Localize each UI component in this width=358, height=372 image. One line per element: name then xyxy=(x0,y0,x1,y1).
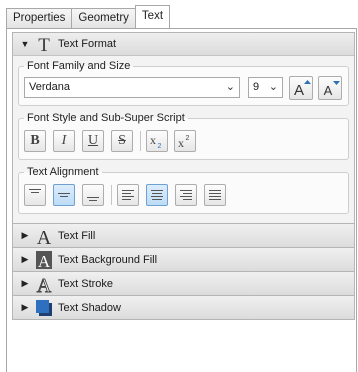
font-size-value: 9 xyxy=(253,81,260,93)
chevron-down-icon: ⌄ xyxy=(225,81,235,93)
toolbar-separator xyxy=(111,185,112,205)
svg-text:2: 2 xyxy=(158,143,162,150)
font-family-size-legend: Font Family and Size xyxy=(27,60,131,72)
text-properties-panel: ▼ T Text Format Font Family and Size Ver… xyxy=(6,28,357,372)
svg-text:x: x xyxy=(178,136,184,150)
underline-button[interactable]: U xyxy=(82,130,104,152)
align-top-icon xyxy=(29,189,41,193)
font-style-group: Font Style and Sub-Super Script B I U S … xyxy=(18,112,349,160)
subscript-icon: x 2 xyxy=(150,133,162,150)
text-background-fill-section[interactable]: ▶ A Text Background Fill xyxy=(12,247,355,272)
align-top-button[interactable] xyxy=(24,184,46,206)
align-bottom-button[interactable] xyxy=(82,184,104,206)
svg-text:A: A xyxy=(37,227,52,245)
bold-button[interactable]: B xyxy=(24,130,46,152)
expand-arrow-icon[interactable]: ▶ xyxy=(18,278,32,289)
strikethrough-icon: S xyxy=(118,133,126,148)
strikethrough-button[interactable]: S xyxy=(111,130,133,152)
font-style-legend: Font Style and Sub-Super Script xyxy=(27,112,185,124)
svg-text:A: A xyxy=(37,275,52,293)
align-left-icon xyxy=(122,190,134,200)
text-shadow-icon xyxy=(34,298,54,318)
align-middle-button[interactable] xyxy=(53,184,75,206)
font-family-select[interactable]: Verdana ⌄ xyxy=(24,77,240,98)
text-fill-label: Text Fill xyxy=(58,229,96,242)
align-bottom-icon xyxy=(87,197,99,201)
font-size-decrease-icon: A xyxy=(324,81,340,98)
text-background-fill-label: Text Background Fill xyxy=(58,253,158,266)
text-shadow-section[interactable]: ▶ Text Shadow xyxy=(12,295,355,320)
tab-bar: Properties Geometry Text xyxy=(6,5,171,28)
align-right-icon xyxy=(180,190,192,200)
svg-text:2: 2 xyxy=(186,135,190,142)
text-format-T-icon: T xyxy=(34,34,54,54)
text-alignment-legend: Text Alignment xyxy=(27,166,99,178)
expand-arrow-icon[interactable]: ▶ xyxy=(18,230,32,241)
tab-properties[interactable]: Properties xyxy=(6,8,73,28)
align-right-button[interactable] xyxy=(175,184,197,206)
text-format-title: Text Format xyxy=(58,38,117,50)
font-size-decrease-button[interactable]: A xyxy=(318,76,342,100)
align-justify-button[interactable] xyxy=(204,184,226,206)
svg-text:T: T xyxy=(38,35,50,53)
svg-text:A: A xyxy=(294,82,304,98)
text-alignment-group: Text Alignment xyxy=(18,166,349,214)
text-fill-icon: A xyxy=(34,226,54,246)
font-family-size-group: Font Family and Size Verdana ⌄ 9 ⌄ A A xyxy=(18,60,349,106)
align-center-button[interactable] xyxy=(146,184,168,206)
bold-icon: B xyxy=(30,133,40,148)
text-stroke-icon: A xyxy=(34,274,54,294)
chevron-down-icon: ⌄ xyxy=(268,81,278,93)
text-format-section: ▼ T Text Format Font Family and Size Ver… xyxy=(12,32,355,248)
toolbar-separator xyxy=(140,131,141,151)
svg-text:A: A xyxy=(324,83,333,98)
text-background-fill-icon: A xyxy=(34,250,54,270)
superscript-icon: x 2 xyxy=(178,135,190,150)
align-justify-icon xyxy=(209,190,221,200)
subscript-button[interactable]: x 2 xyxy=(146,130,168,152)
font-family-value: Verdana xyxy=(29,81,70,93)
expand-arrow-icon[interactable]: ▶ xyxy=(18,254,32,265)
text-fill-section[interactable]: ▶ A Text Fill xyxy=(12,223,355,248)
superscript-button[interactable]: x 2 xyxy=(174,130,196,152)
font-size-select[interactable]: 9 ⌄ xyxy=(248,77,283,98)
font-size-increase-icon: A xyxy=(294,80,311,98)
tab-text[interactable]: Text xyxy=(134,5,171,28)
align-center-icon xyxy=(151,190,163,200)
font-size-increase-button[interactable]: A xyxy=(289,76,313,100)
italic-icon: I xyxy=(61,133,67,148)
tab-geometry[interactable]: Geometry xyxy=(71,8,136,28)
align-left-button[interactable] xyxy=(117,184,139,206)
underline-icon: U xyxy=(87,133,99,148)
text-stroke-section[interactable]: ▶ A Text Stroke xyxy=(12,271,355,296)
expand-arrow-icon[interactable]: ▶ xyxy=(18,302,32,313)
align-middle-icon xyxy=(58,193,70,197)
text-stroke-label: Text Stroke xyxy=(58,277,114,290)
text-shadow-label: Text Shadow xyxy=(58,301,121,314)
text-format-header[interactable]: ▼ T Text Format xyxy=(13,33,354,56)
italic-button[interactable]: I xyxy=(53,130,75,152)
expand-arrow-icon[interactable]: ▼ xyxy=(18,39,32,49)
svg-text:x: x xyxy=(150,133,156,147)
svg-text:A: A xyxy=(38,252,51,269)
